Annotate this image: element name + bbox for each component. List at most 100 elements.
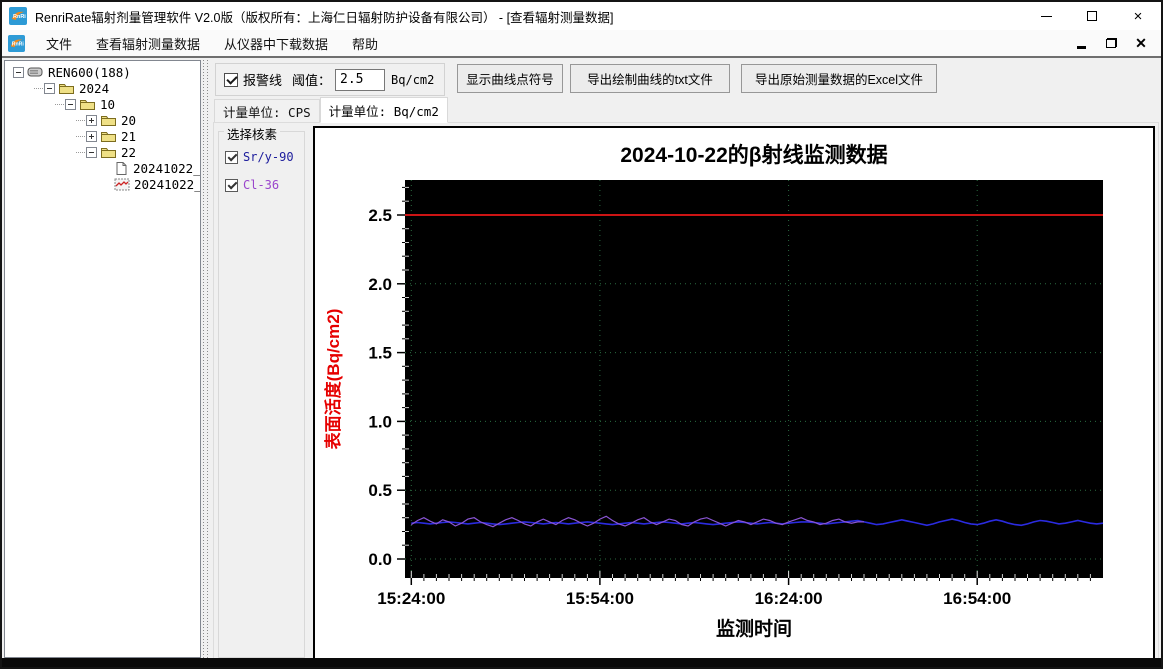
tree-connector bbox=[76, 119, 85, 121]
minimize-button[interactable] bbox=[1023, 2, 1069, 30]
tree-connector bbox=[55, 103, 64, 105]
renrirate-logo-icon: RnRi bbox=[8, 34, 25, 52]
export-curve-txt-button[interactable]: 导出绘制曲线的txt文件 bbox=[570, 64, 730, 93]
tree-expander[interactable] bbox=[86, 146, 97, 158]
y-tick-label: 2.5 bbox=[368, 206, 392, 225]
threshold-label: 阈值： bbox=[292, 73, 332, 88]
tree-expander[interactable] bbox=[65, 98, 76, 110]
tree-item-label: 21 bbox=[121, 128, 137, 144]
maximize-button[interactable] bbox=[1069, 2, 1115, 30]
x-tick-label: 15:24:00 bbox=[377, 589, 445, 608]
mdi-restore-button[interactable] bbox=[1103, 35, 1119, 51]
tab-unit-cps[interactable]: 计量单位: CPS bbox=[214, 99, 320, 122]
tree-item-label: REN600(188) bbox=[48, 64, 131, 80]
tree-item-label: 10 bbox=[100, 96, 116, 112]
tree-item-20241022_α[interactable]: 20241022_α bbox=[5, 160, 200, 176]
menu-bar: RnRi 文件 查看辐射测量数据 从仪器中下载数据 帮助 ✕ bbox=[2, 30, 1161, 58]
x-tick-label: 15:54:00 bbox=[566, 589, 634, 608]
tree-expander[interactable] bbox=[86, 130, 97, 142]
nuclide-checkbox-cl-36[interactable] bbox=[225, 178, 238, 192]
mdi-minimize-button[interactable] bbox=[1073, 35, 1089, 51]
renrirate-logo-icon: RnRi bbox=[9, 7, 27, 25]
tab-unit-bqcm2[interactable]: 计量单位: Bq/cm2 bbox=[319, 97, 448, 123]
mdi-background-strip bbox=[2, 658, 1161, 667]
nuclide-row-cl-36: Cl-36 bbox=[225, 178, 304, 192]
threshold-unit-label: Bq/cm2 bbox=[391, 72, 435, 87]
chart-title: 2024-10-22的β射线监测数据 bbox=[620, 143, 887, 167]
minimize-icon bbox=[1040, 15, 1052, 17]
tree-item-22[interactable]: 22 bbox=[5, 144, 200, 160]
tree-expander-plus-icon bbox=[86, 114, 97, 126]
mdi-close-icon: ✕ bbox=[1135, 35, 1147, 51]
nuclide-row-sr-y-90: Sr/y-90 bbox=[225, 150, 304, 164]
close-icon: × bbox=[1133, 7, 1143, 25]
beta-monitoring-chart: 0.0 0.5 1.0 1.5 2.0 2.5 15:24:00 15:54:00 16:24:… bbox=[313, 126, 1155, 660]
device-icon bbox=[27, 67, 43, 77]
tree-connector bbox=[76, 135, 85, 137]
export-raw-excel-button[interactable]: 导出原始测量数据的Excel文件 bbox=[741, 64, 937, 93]
close-button[interactable]: × bbox=[1115, 2, 1161, 30]
nuclide-checkbox-sr-y-90[interactable] bbox=[225, 150, 238, 164]
tree-expander-plus-icon bbox=[86, 130, 97, 142]
svg-text:RnRi: RnRi bbox=[13, 14, 26, 20]
y-axis-label: 表面活度(Bq/cm2) bbox=[323, 309, 343, 450]
tree-connector bbox=[34, 87, 43, 89]
tree-item-label: 22 bbox=[121, 144, 137, 160]
alarm-line-label: 报警线 bbox=[243, 73, 283, 88]
folder-icon bbox=[101, 148, 116, 158]
folder-icon bbox=[101, 116, 116, 126]
mdi-close-button[interactable]: ✕ bbox=[1133, 35, 1149, 51]
tree-expander-minus-icon bbox=[86, 146, 97, 158]
tree-item-10[interactable]: 10 bbox=[5, 96, 200, 112]
app-window: RnRi RenriRate辐射剂量管理软件 V2.0版（版权所有：上海仁日辐射… bbox=[0, 0, 1163, 669]
y-tick-label: 2.0 bbox=[368, 275, 392, 294]
chart-svg: 0.0 0.5 1.0 1.5 2.0 2.5 15:24:00 15:54:00 16:24:… bbox=[323, 143, 1104, 640]
x-tick-label: 16:54:00 bbox=[943, 589, 1011, 608]
tree-expander-minus-icon bbox=[44, 82, 55, 94]
folder-icon bbox=[80, 100, 95, 110]
nuclide-label-cl-36: Cl-36 bbox=[243, 178, 280, 192]
tree-item-20[interactable]: 20 bbox=[5, 112, 200, 128]
x-tick-label: 16:24:00 bbox=[755, 589, 823, 608]
tree-item-20241022_β[interactable]: 20241022_β bbox=[5, 176, 200, 192]
mdi-restore-icon bbox=[1105, 38, 1117, 48]
tree-expander[interactable] bbox=[13, 66, 24, 78]
title-bar: RnRi RenriRate辐射剂量管理软件 V2.0版（版权所有：上海仁日辐射… bbox=[2, 2, 1161, 30]
mdi-minimize-icon bbox=[1076, 45, 1086, 49]
vertical-splitter[interactable] bbox=[201, 60, 210, 658]
tree-item-21[interactable]: 21 bbox=[5, 128, 200, 144]
threshold-input[interactable] bbox=[335, 68, 386, 91]
tree-expander[interactable] bbox=[44, 82, 55, 94]
document-icon bbox=[116, 161, 127, 175]
tree-item-2024[interactable]: 2024 bbox=[5, 80, 200, 96]
alarm-line-checkbox[interactable] bbox=[224, 72, 238, 87]
tree-item-label: 20 bbox=[121, 112, 137, 128]
y-tick-label: 0.0 bbox=[368, 550, 392, 569]
svg-text:RnRi: RnRi bbox=[12, 41, 25, 47]
tree-item-label: 2024 bbox=[79, 80, 110, 96]
file-tree-panel: REN600(188) 2024 10 20 21 22 20241022_α 2024102… bbox=[4, 60, 201, 658]
nuclide-label-sr-y-90: Sr/y-90 bbox=[243, 150, 294, 164]
tree-connector bbox=[76, 151, 85, 153]
maximize-icon bbox=[1087, 11, 1097, 21]
tree-item-REN600188[interactable]: REN600(188) bbox=[5, 64, 200, 80]
tree-expander-minus-icon bbox=[13, 66, 24, 78]
folder-icon bbox=[59, 84, 74, 94]
show-curve-point-symbols-button[interactable]: 显示曲线点符号 bbox=[457, 64, 563, 93]
unit-tabs: 计量单位: CPS 计量单位: Bq/cm2 bbox=[214, 97, 448, 123]
menu-view-measurement-data[interactable]: 查看辐射测量数据 bbox=[84, 30, 212, 56]
menu-download-from-device[interactable]: 从仪器中下载数据 bbox=[212, 30, 340, 56]
menu-help[interactable]: 帮助 bbox=[340, 30, 390, 56]
tree-expander-minus-icon bbox=[65, 98, 76, 110]
curve-file-icon bbox=[114, 178, 130, 191]
menu-file[interactable]: 文件 bbox=[34, 30, 84, 56]
tree-item-label: 20241022_α bbox=[133, 160, 201, 176]
tree-item-label: 20241022_β bbox=[134, 176, 201, 192]
folder-icon bbox=[101, 132, 116, 142]
y-tick-label: 1.0 bbox=[368, 412, 392, 431]
tree-expander[interactable] bbox=[86, 114, 97, 126]
alarm-line-group: 报警线 阈值： Bq/cm2 bbox=[215, 63, 445, 96]
nuclide-group-title: 选择核素 bbox=[224, 124, 281, 143]
x-axis-label: 监测时间 bbox=[716, 617, 792, 640]
nuclide-select-group: 选择核素 Sr/y-90 Cl-36 bbox=[218, 124, 305, 658]
